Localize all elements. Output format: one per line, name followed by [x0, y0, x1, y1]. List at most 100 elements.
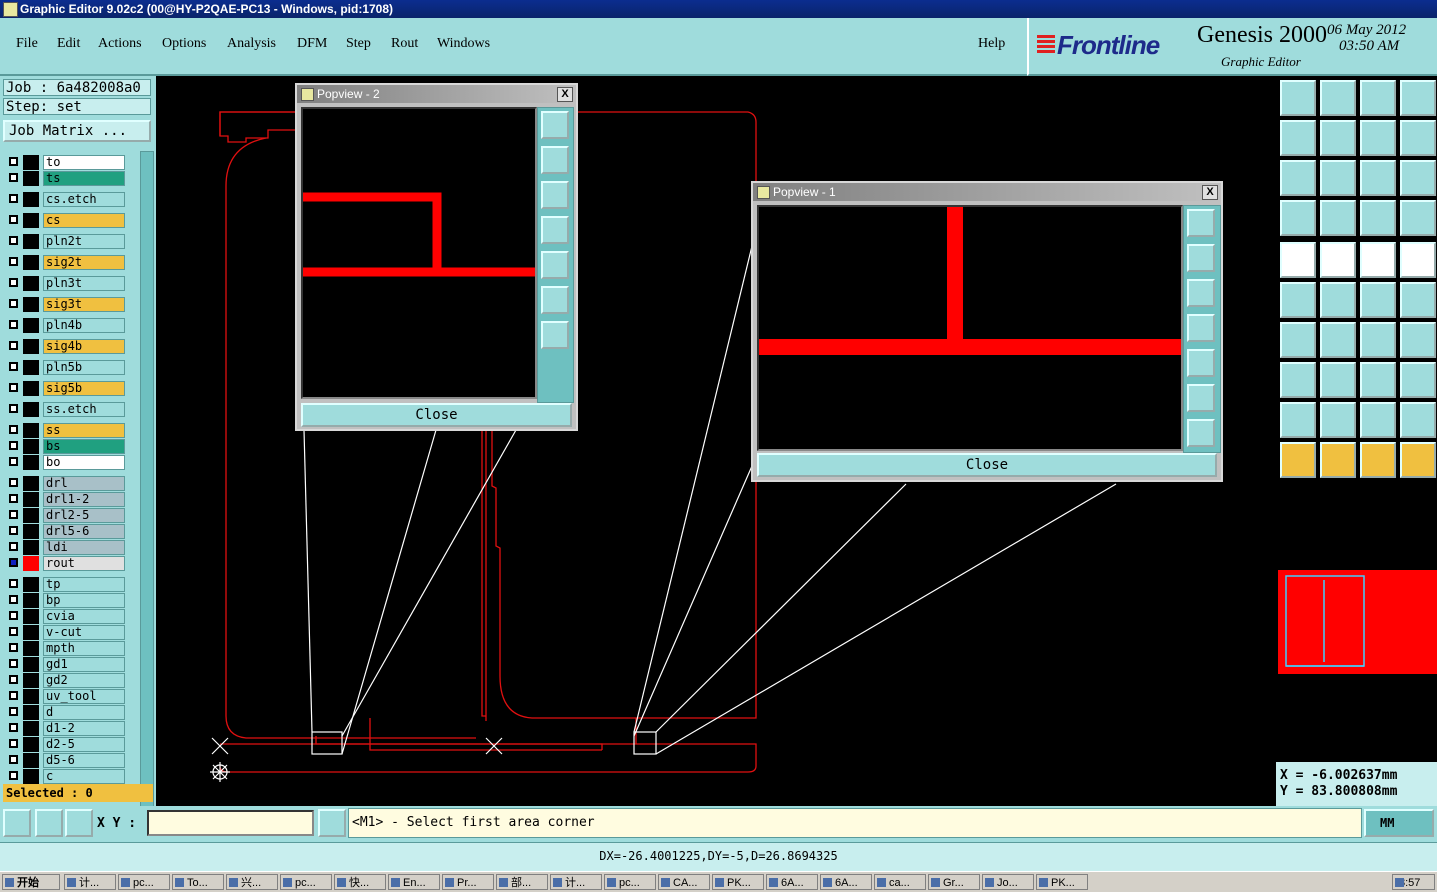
- menu-edit[interactable]: Edit: [57, 36, 80, 52]
- taskbar-item[interactable]: To...: [172, 874, 224, 890]
- layer-row[interactable]: mpth: [7, 641, 127, 656]
- zoom-out-icon[interactable]: [541, 286, 569, 314]
- layer-color-swatch[interactable]: [23, 769, 39, 784]
- layer-checkbox[interactable]: [9, 215, 18, 224]
- layer-name[interactable]: d: [43, 705, 125, 720]
- layer-color-swatch[interactable]: [23, 402, 39, 417]
- cluster-icon[interactable]: [1400, 362, 1436, 398]
- layer-color-swatch[interactable]: [23, 360, 39, 375]
- layer-name[interactable]: bo: [43, 455, 125, 470]
- layer-checkbox[interactable]: [9, 320, 18, 329]
- taskbar-item[interactable]: 6A...: [766, 874, 818, 890]
- layer-row[interactable]: gd1: [7, 657, 127, 672]
- taskbar-item[interactable]: En...: [388, 874, 440, 890]
- layer-checkbox[interactable]: [9, 739, 18, 748]
- layer-color-swatch[interactable]: [23, 339, 39, 354]
- layer-checkbox[interactable]: [9, 441, 18, 450]
- taskbar-item[interactable]: 部...: [496, 874, 548, 890]
- layer-row[interactable]: ss.etch: [7, 402, 127, 417]
- layer-checkbox[interactable]: [9, 194, 18, 203]
- layer-row[interactable]: bo: [7, 455, 127, 470]
- layer-name[interactable]: d2-5: [43, 737, 125, 752]
- layer-name[interactable]: uv_tool: [43, 689, 125, 704]
- pan-right-icon[interactable]: [1187, 349, 1215, 377]
- units-select[interactable]: MM: [1364, 809, 1434, 837]
- layer-color-swatch[interactable]: [23, 625, 39, 640]
- layer-name[interactable]: ldi: [43, 540, 125, 555]
- ruler-icon[interactable]: [1360, 242, 1396, 278]
- route-icon[interactable]: [1400, 442, 1436, 478]
- rotate-icon[interactable]: [1360, 322, 1396, 358]
- layer-row[interactable]: d2-5: [7, 737, 127, 752]
- job-matrix-button[interactable]: Job Matrix ...: [3, 120, 151, 142]
- layer-name[interactable]: tp: [43, 577, 125, 592]
- layer-checkbox[interactable]: [9, 723, 18, 732]
- triangle-icon[interactable]: [1280, 402, 1316, 438]
- angle-icon[interactable]: [1280, 322, 1316, 358]
- move-left-icon[interactable]: [1280, 120, 1316, 156]
- layer-color-swatch[interactable]: [23, 737, 39, 752]
- layer-color-swatch[interactable]: [23, 213, 39, 228]
- layer-row[interactable]: ts: [7, 171, 127, 186]
- layer-row[interactable]: drl: [7, 476, 127, 491]
- dash-icon[interactable]: [1320, 362, 1356, 398]
- layer-name[interactable]: cs: [43, 213, 125, 228]
- layer-color-swatch[interactable]: [23, 705, 39, 720]
- layer-color-swatch[interactable]: [23, 689, 39, 704]
- pan-up-icon[interactable]: [541, 146, 569, 174]
- layer-checkbox[interactable]: [9, 771, 18, 780]
- layer-row[interactable]: sig4b: [7, 339, 127, 354]
- layer-name[interactable]: d5-6: [43, 753, 125, 768]
- pan-right-icon[interactable]: [541, 251, 569, 279]
- taskbar-item[interactable]: 快...: [334, 874, 386, 890]
- layer-row[interactable]: gd2: [7, 673, 127, 688]
- layer-name[interactable]: gd2: [43, 673, 125, 688]
- taskbar-item[interactable]: ca...: [874, 874, 926, 890]
- layer-row[interactable]: cs.etch: [7, 192, 127, 207]
- layer-name[interactable]: gd1: [43, 657, 125, 672]
- layer-checkbox[interactable]: [9, 627, 18, 636]
- taskbar-item[interactable]: pc...: [280, 874, 332, 890]
- layer-name[interactable]: pln3t: [43, 276, 125, 291]
- layer-checkbox[interactable]: [9, 457, 18, 466]
- select-box-icon[interactable]: [1320, 442, 1356, 478]
- layer-color-swatch[interactable]: [23, 476, 39, 491]
- clip-icon[interactable]: [1320, 242, 1356, 278]
- popview-2-close-button[interactable]: Close: [301, 403, 572, 427]
- arch-solid-icon[interactable]: [1360, 402, 1396, 438]
- measure-icon[interactable]: [35, 809, 63, 837]
- pan-up-icon[interactable]: [1187, 244, 1215, 272]
- layer-color-swatch[interactable]: [23, 524, 39, 539]
- layer-row[interactable]: cs: [7, 213, 127, 228]
- menu-actions[interactable]: Actions: [98, 36, 142, 52]
- layer-name[interactable]: d1-2: [43, 721, 125, 736]
- layer-color-swatch[interactable]: [23, 234, 39, 249]
- layer-name[interactable]: to: [43, 155, 125, 170]
- menu-rout[interactable]: Rout: [391, 36, 418, 52]
- layer-color-swatch[interactable]: [23, 641, 39, 656]
- net-icon[interactable]: [1360, 200, 1396, 236]
- popview-2-titlebar[interactable]: Popview - 2 X: [297, 85, 576, 103]
- layer-name[interactable]: v-cut: [43, 625, 125, 640]
- layer-row[interactable]: d1-2: [7, 721, 127, 736]
- layer-row[interactable]: bs: [7, 439, 127, 454]
- layer-color-swatch[interactable]: [23, 318, 39, 333]
- taskbar-item[interactable]: Gr...: [928, 874, 980, 890]
- layer-checkbox[interactable]: [9, 707, 18, 716]
- layer-color-swatch[interactable]: [23, 297, 39, 312]
- tools-icon[interactable]: [1280, 200, 1316, 236]
- layer-checkbox[interactable]: [9, 362, 18, 371]
- redraw-icon[interactable]: [1400, 120, 1436, 156]
- layer-name[interactable]: pln5b: [43, 360, 125, 375]
- taskbar-item[interactable]: Jo...: [982, 874, 1034, 890]
- popview-zoom-icon[interactable]: [541, 111, 569, 139]
- menu-help[interactable]: Help: [978, 36, 1005, 52]
- layer-checkbox[interactable]: [9, 157, 18, 166]
- origin-icon[interactable]: [1280, 362, 1316, 398]
- layer-checkbox[interactable]: [9, 299, 18, 308]
- layer-checkbox[interactable]: [9, 558, 18, 567]
- layer-row[interactable]: rout: [7, 556, 127, 571]
- layer-name[interactable]: rout: [43, 556, 125, 571]
- layer-name[interactable]: ss.etch: [43, 402, 125, 417]
- layer-color-swatch[interactable]: [23, 721, 39, 736]
